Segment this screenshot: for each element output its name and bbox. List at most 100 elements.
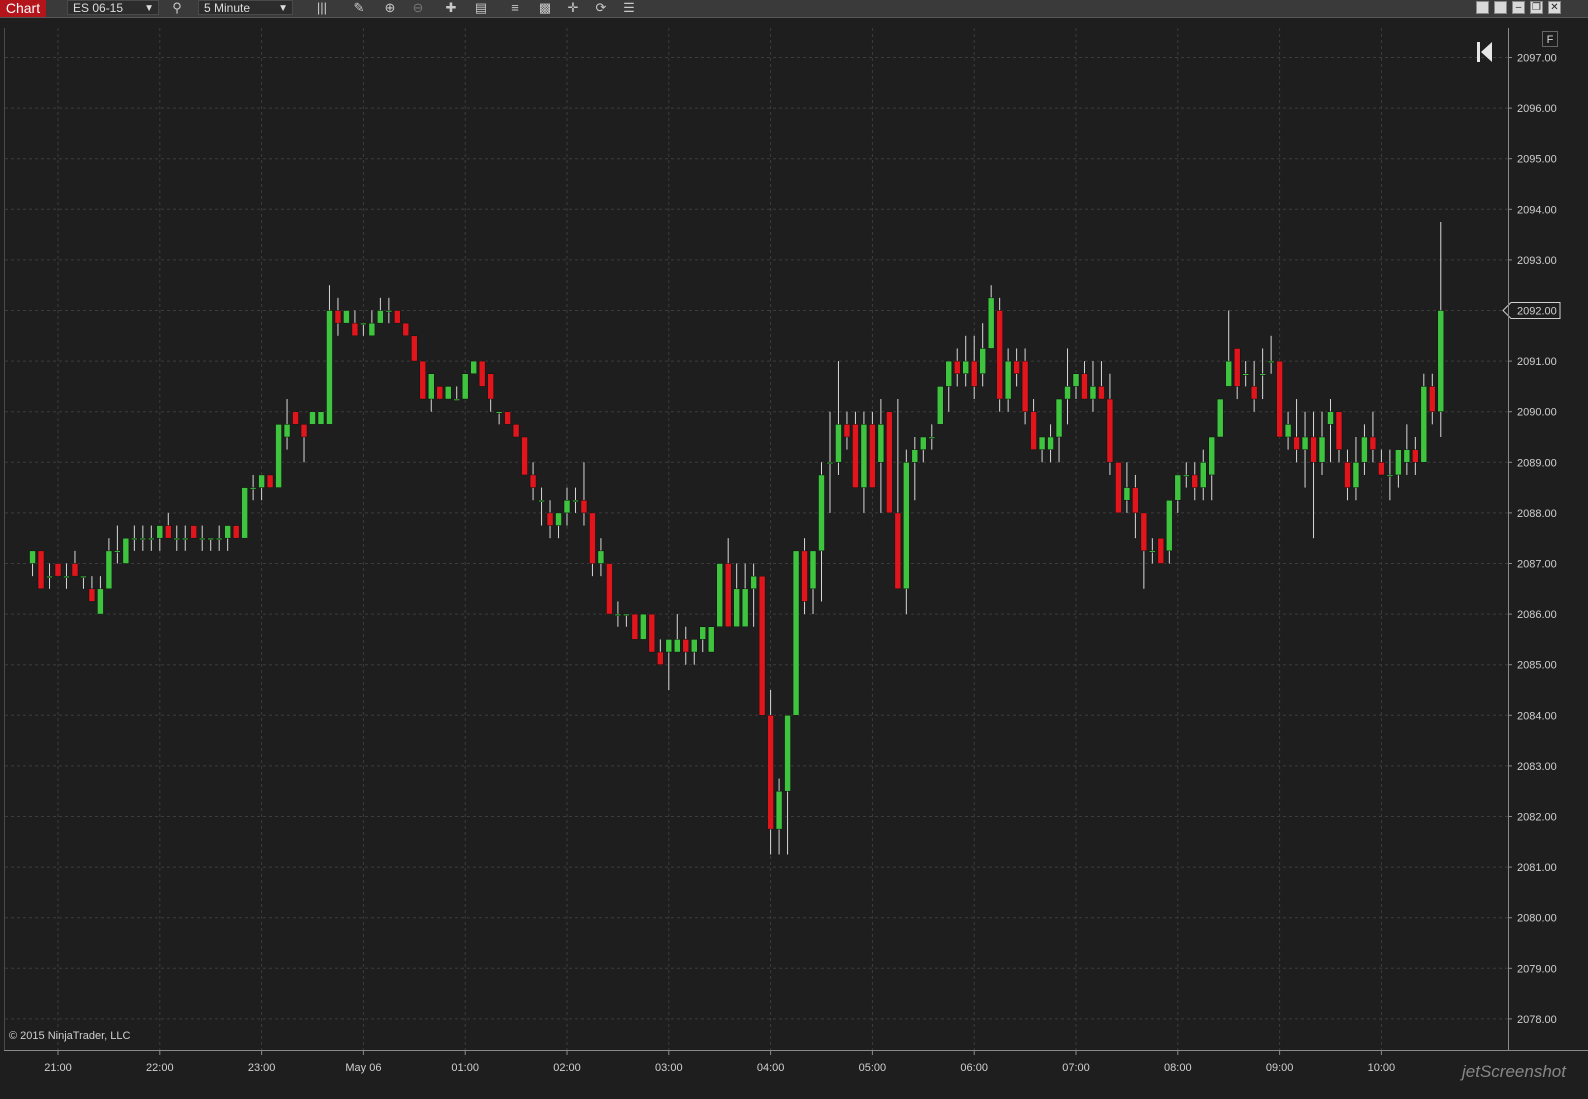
x-tick-label: 02:00 [553,1062,581,1074]
candle-body-down [1344,462,1351,488]
candle [283,399,291,450]
candle-body-up [1055,398,1063,438]
candle [614,601,622,627]
candle [1250,361,1258,412]
candle-body-up [1284,424,1292,438]
candle [937,386,944,425]
candle [640,613,647,640]
candle-body-up [691,639,698,653]
candle-body-up [1064,386,1071,400]
candle [597,538,605,577]
candle [1369,411,1377,463]
candle [402,322,410,337]
candle-body-up [903,462,910,590]
candle [1395,449,1402,488]
candle [156,525,164,551]
candle [1276,360,1283,438]
candle [699,626,706,653]
candle [114,525,121,564]
candle-body-up [283,424,291,438]
candle-body-down [71,563,79,577]
y-tick-label: 2096.00 [1517,103,1557,115]
candle-body-down [953,360,961,375]
candle [1149,538,1156,564]
candle-body-up [249,487,257,490]
candle-body-up [987,297,995,349]
candle-body-up [945,360,952,387]
candle-body-up [1352,462,1360,488]
candle-body-down [300,424,308,438]
candle-body-down [1310,436,1317,463]
candle [1327,399,1334,463]
candle [249,474,257,501]
candle [546,500,554,539]
candle-body-up [784,715,791,792]
candle-body-up [1004,360,1012,400]
candle [1242,361,1249,387]
candle [1352,437,1360,501]
candle [360,322,367,336]
candle-body-up [716,563,723,627]
candle [529,462,537,501]
candle-body-down [1030,411,1037,450]
candle-body-up [1072,373,1080,387]
f-button[interactable]: F [1542,31,1558,47]
candle-body-up [444,386,452,400]
candle [309,411,316,425]
candle-body-up [1318,436,1326,463]
candle-body-down [88,588,96,602]
y-tick-label: 2081.00 [1517,862,1557,874]
candle-body-up [818,474,825,552]
y-tick-label: 2095.00 [1517,154,1557,166]
candle-body-up [258,474,265,488]
candle [266,474,274,488]
candle [1318,411,1326,475]
candle-body-down [478,360,486,387]
candle-body-down [1157,537,1165,564]
candle [521,436,528,476]
candle [411,335,418,362]
candle-body-up [1123,487,1131,501]
candle-body-down [266,474,274,488]
candle-body-up [1216,398,1224,438]
candle [606,563,613,615]
candle-body-up [377,310,384,324]
candle-body-up [962,360,969,375]
x-tick-label: 21:00 [44,1062,72,1074]
candle [419,360,427,400]
price-axis-line [1508,28,1509,1050]
candle [792,550,800,716]
scroll-to-end-icon[interactable] [1477,42,1492,62]
candle-body-up [156,525,164,539]
candle-body-down [54,563,62,577]
candle-body-up [860,424,868,488]
candle [232,525,240,539]
candle [1344,449,1351,501]
candle-body-up [555,512,562,526]
candle [920,436,927,463]
candle-body-down [292,411,299,425]
candle-body-up [538,500,545,502]
scroll-bar-mark [1477,42,1480,62]
candle [1021,348,1029,425]
candle-body-up [1208,436,1215,476]
candle-body-up [733,588,740,627]
candle [453,386,460,401]
candle-body-down [1140,512,1148,552]
candle [1174,474,1182,513]
candle-body-up [309,411,316,425]
candle [1081,361,1088,400]
candle-body-up [1038,436,1046,450]
candle [224,525,231,551]
x-tick-label: 06:00 [960,1062,988,1074]
candle-body-up [1361,436,1368,463]
candle-body-down [504,411,511,425]
candle [1089,361,1097,412]
candle [1183,462,1190,488]
candle-body-down [580,500,588,514]
candle-body-down [894,512,902,590]
candle [953,348,961,387]
candle [215,525,223,551]
candle [258,474,265,501]
candle [148,525,155,551]
